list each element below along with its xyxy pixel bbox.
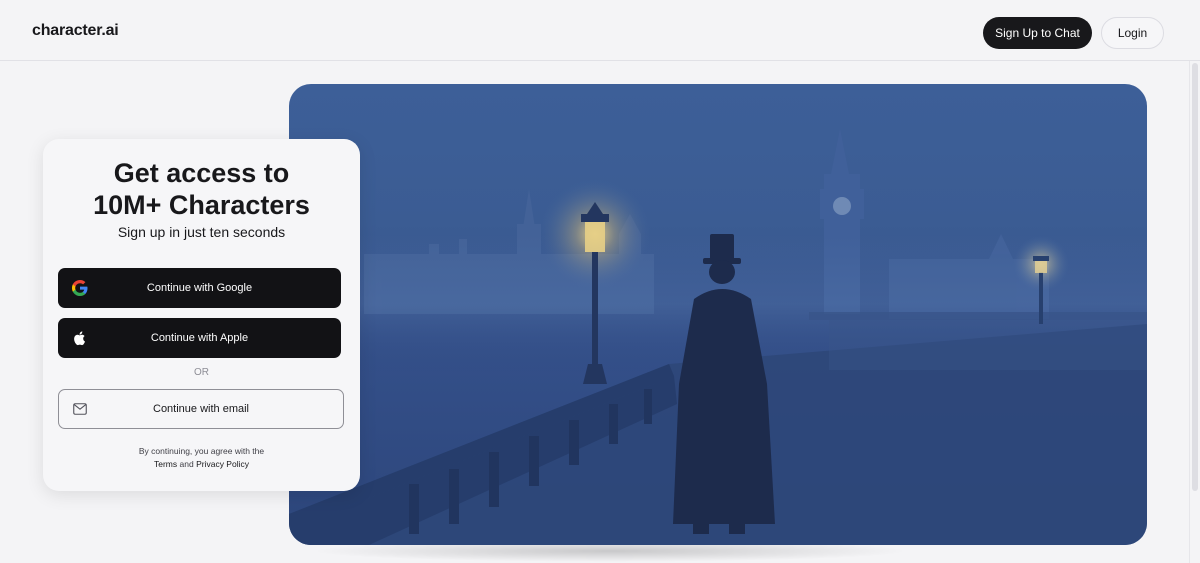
mail-icon [73,403,87,415]
continue-with-google-button[interactable]: Continue with Google [58,268,341,308]
login-button[interactable]: Login [1101,17,1164,49]
hero-image [289,84,1147,545]
card-title: Get access to 10M+ Characters [43,157,360,221]
or-divider: OR [194,367,209,378]
legal-and: and [179,459,194,469]
logo[interactable]: character.ai [32,22,119,40]
card-title-line1: Get access to [113,158,290,188]
scrollbar-thumb[interactable] [1192,63,1198,491]
card-title-line2: 10M+ Characters [93,190,310,220]
top-bar: character.ai Sign Up to Chat Login [0,0,1200,61]
signup-card: Get access to 10M+ Characters Sign up in… [43,139,360,491]
google-button-label: Continue with Google [146,282,253,294]
email-button-label: Continue with email [153,403,249,415]
sign-up-button[interactable]: Sign Up to Chat [983,17,1092,49]
foggy-london-bridge-illustration [289,129,1147,545]
legal-notice: By continuing, you agree with the Terms … [43,445,360,471]
google-icon [72,280,88,296]
privacy-policy-link[interactable]: Privacy Policy [196,459,249,469]
continue-with-apple-button[interactable]: Continue with Apple [58,318,341,358]
continue-with-email-button[interactable]: Continue with email [58,389,344,429]
terms-link[interactable]: Terms [154,459,177,469]
clock-face [833,197,851,215]
page-scrollbar[interactable] [1189,61,1200,563]
card-subtitle: Sign up in just ten seconds [117,224,286,240]
legal-prefix: By continuing, you agree with the [138,446,265,456]
apple-button-label: Continue with Apple [150,332,249,344]
apple-icon [74,331,85,346]
